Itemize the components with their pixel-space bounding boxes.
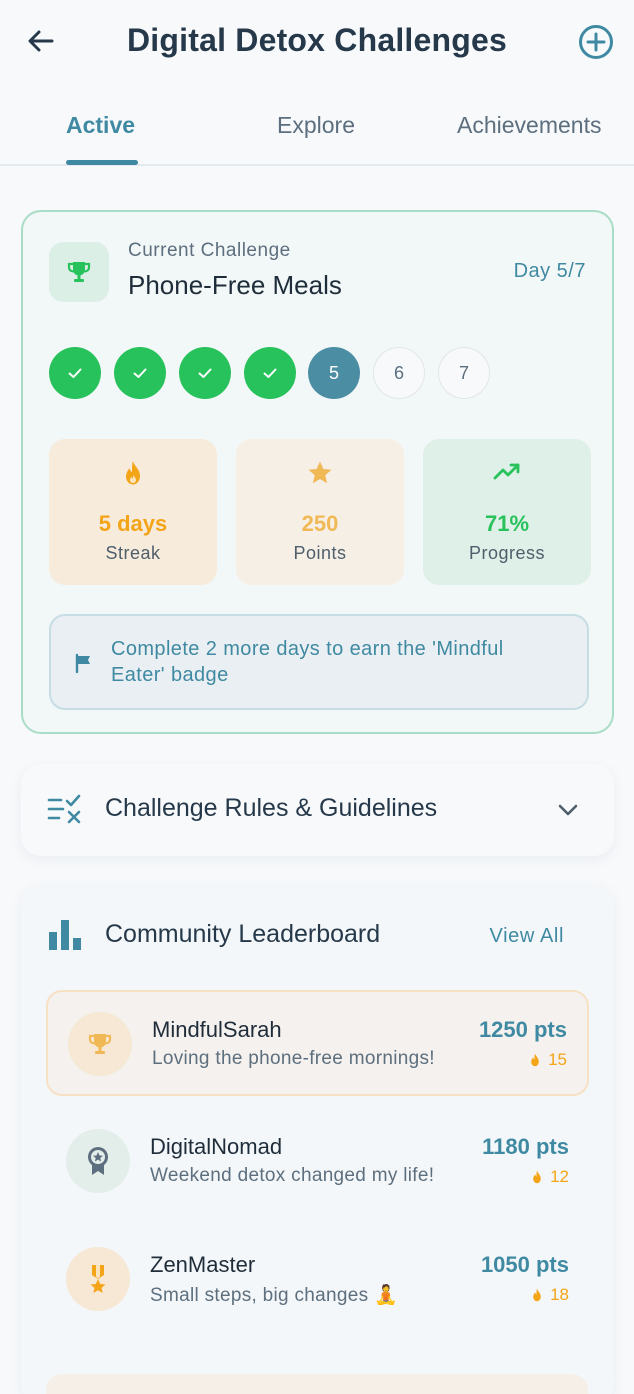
streak-count: 15: [548, 1050, 567, 1069]
leaderboard-row[interactable]: DigitalNomad Weekend detox changed my li…: [46, 1109, 589, 1215]
day-4-complete: [244, 347, 296, 399]
day-5-current: 5: [308, 347, 360, 399]
next-card-peek: [46, 1374, 588, 1394]
user-streak: 15: [528, 1050, 567, 1070]
streak-count: 18: [550, 1285, 569, 1304]
user-points: 1180 pts: [482, 1134, 569, 1159]
fire-icon: [533, 1288, 541, 1302]
fire-icon: [533, 1170, 541, 1184]
check-icon: [198, 368, 212, 378]
user-points: 1250 pts: [478, 1017, 567, 1042]
user-name: DigitalNomad: [150, 1134, 283, 1159]
user-name: ZenMaster: [150, 1252, 256, 1277]
user-message: Weekend detox changed my life!: [150, 1165, 435, 1186]
tab-explore[interactable]: Explore: [277, 112, 355, 139]
day-2-complete: [114, 347, 166, 399]
current-challenge-card: Current Challenge Phone-Free Meals Day 5…: [21, 210, 614, 734]
tab-achievements[interactable]: Achievements: [457, 112, 601, 139]
challenge-name: Phone-Free Meals: [128, 270, 342, 300]
chevron-down-icon: [558, 804, 578, 816]
user-name: MindfulSarah: [152, 1017, 282, 1042]
streak-value: 5 days: [98, 511, 168, 536]
streak-label: Streak: [105, 543, 161, 563]
military-medal-icon: [90, 1265, 106, 1293]
rules-title: Challenge Rules & Guidelines: [105, 794, 438, 822]
day-3-complete: [179, 347, 231, 399]
challenge-rules-accordion[interactable]: Challenge Rules & Guidelines: [21, 764, 614, 856]
points-label: Points: [293, 543, 347, 563]
flag-icon: [75, 653, 90, 674]
current-challenge-label: Current Challenge: [128, 240, 291, 261]
day-1-complete: [49, 347, 101, 399]
day-6-upcoming: 6: [373, 347, 425, 399]
points-value: 250: [301, 511, 339, 536]
bar-chart-icon: [49, 920, 81, 950]
user-streak: 12: [530, 1167, 569, 1187]
check-icon: [263, 368, 277, 378]
avatar: [66, 1247, 130, 1311]
challenge-badge: [49, 242, 109, 302]
user-streak: 18: [530, 1285, 569, 1305]
plus-circle-icon: [579, 25, 613, 59]
community-leaderboard-card: Community Leaderboard View All MindfulSa…: [21, 884, 614, 1394]
tab-bar: Active Explore Achievements: [0, 96, 634, 166]
page-title: Digital Detox Challenges: [127, 22, 507, 58]
checklist-icon: [47, 794, 81, 824]
user-message: Loving the phone-free mornings!: [152, 1048, 435, 1069]
streak-stat: 5 days Streak: [49, 439, 217, 585]
leaderboard-row[interactable]: MindfulSarah Loving the phone-free morni…: [46, 990, 589, 1096]
user-points: 1050 pts: [480, 1252, 569, 1277]
trophy-icon: [67, 262, 91, 282]
user-message: Small steps, big changes 🧘: [150, 1285, 398, 1306]
check-icon: [68, 368, 82, 378]
active-tab-indicator: [66, 160, 138, 165]
badge-hint-text: Complete 2 more days to earn the 'Mindfu…: [111, 638, 504, 686]
avatar: [68, 1012, 132, 1076]
tab-active[interactable]: Active: [66, 112, 135, 139]
fire-icon: [126, 461, 140, 485]
leaderboard-title: Community Leaderboard: [105, 920, 381, 948]
star-icon: [308, 461, 332, 484]
leaderboard-row[interactable]: ZenMaster Small steps, big changes 🧘 105…: [46, 1227, 589, 1333]
badge-hint-banner: Complete 2 more days to earn the 'Mindfu…: [49, 614, 589, 710]
view-all-link[interactable]: View All: [490, 925, 564, 948]
day-7-upcoming: 7: [438, 347, 490, 399]
check-icon: [133, 368, 147, 378]
challenge-day-counter: Day 5/7: [513, 260, 586, 282]
medal-icon: [88, 1147, 108, 1175]
streak-count: 12: [550, 1167, 569, 1186]
trophy-icon: [88, 1034, 112, 1054]
progress-label: Progress: [468, 543, 546, 563]
app-header: Digital Detox Challenges: [0, 0, 634, 84]
progress-stat: 71% Progress: [423, 439, 591, 585]
add-challenge-button[interactable]: [576, 22, 616, 62]
trending-up-icon: [493, 463, 520, 480]
avatar: [66, 1129, 130, 1193]
fire-icon: [531, 1053, 539, 1067]
progress-value: 71%: [484, 511, 530, 536]
points-stat: 250 Points: [236, 439, 404, 585]
